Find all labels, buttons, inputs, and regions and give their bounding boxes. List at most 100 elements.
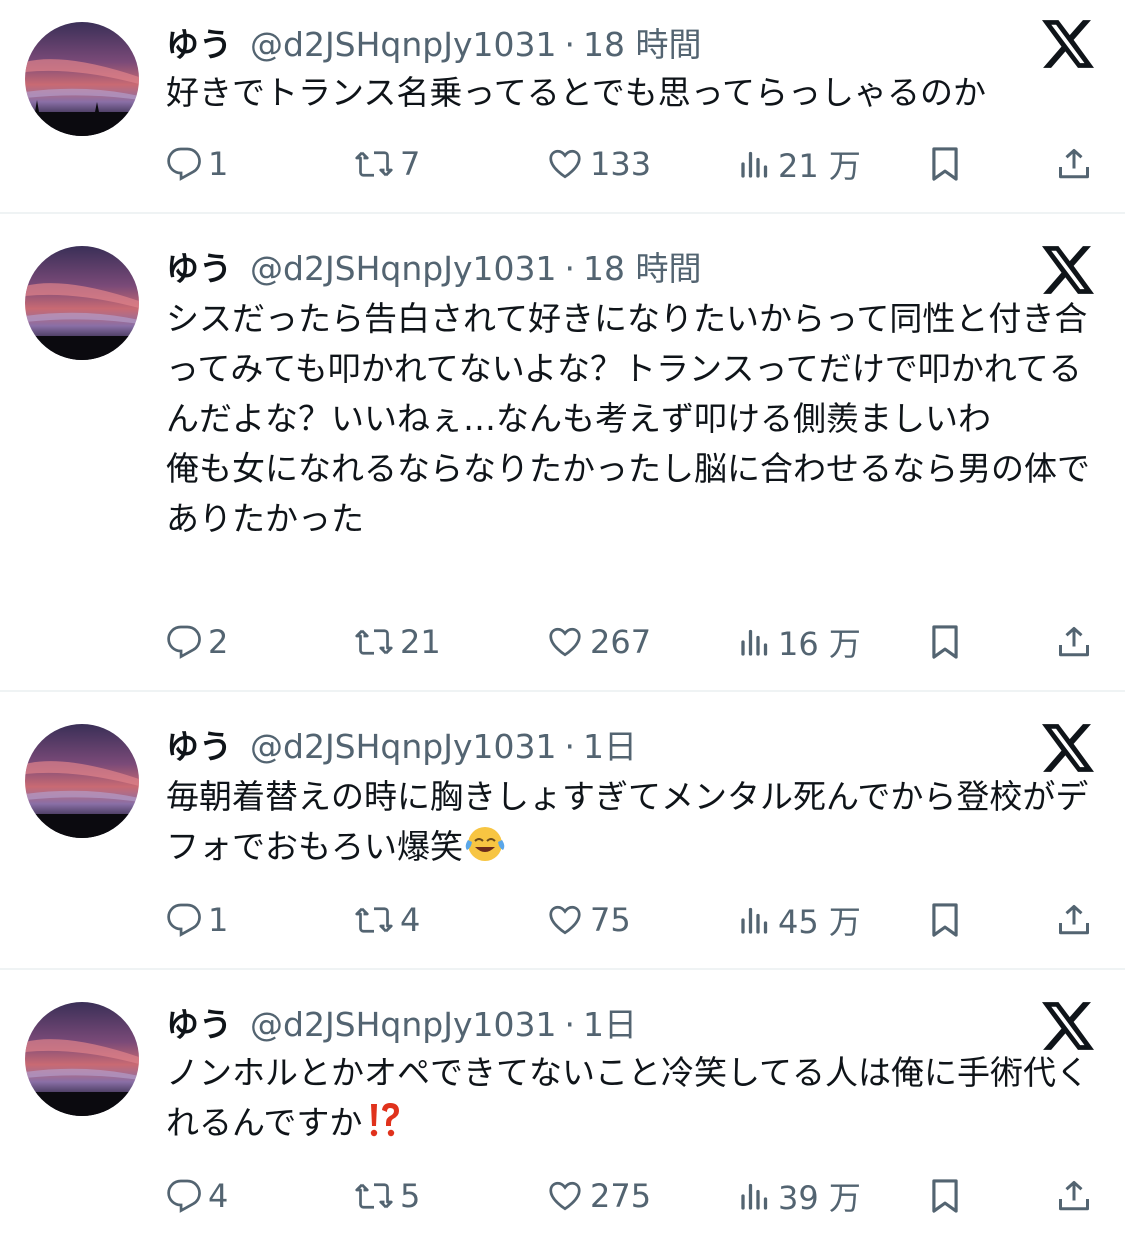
separator-dot: · — [564, 727, 576, 766]
avatar-sunset-image — [25, 724, 139, 838]
reply-icon — [167, 625, 201, 659]
views-button[interactable]: 45 万 — [738, 898, 861, 942]
exclamation-question-mark-icon — [362, 1100, 402, 1154]
analytics-icon — [741, 907, 768, 934]
tweet-actions: 2 21 267 16 万 — [0, 620, 1125, 664]
reply-count: 4 — [208, 1177, 229, 1215]
timestamp[interactable]: 1日 — [583, 998, 637, 1046]
bookmark-button[interactable] — [928, 142, 962, 186]
timestamp[interactable]: 1日 — [583, 720, 637, 768]
retweet-button[interactable]: 21 — [354, 620, 441, 664]
avatar-sunset-image — [25, 22, 139, 136]
retweet-icon — [355, 629, 393, 655]
heart-icon — [549, 1181, 581, 1211]
view-count: 16 万 — [778, 625, 861, 663]
like-count: 275 — [590, 1177, 652, 1215]
x-logo-icon — [1042, 724, 1094, 772]
share-icon — [1059, 149, 1089, 179]
retweet-icon — [355, 151, 393, 177]
share-icon — [1059, 627, 1089, 657]
share-button[interactable] — [1056, 142, 1092, 186]
reply-button[interactable]: 1 — [166, 898, 228, 942]
share-button[interactable] — [1056, 1174, 1092, 1218]
separator-dot: · — [564, 1005, 576, 1044]
tweet-text-container: 毎朝着替えの時に胸きしょすぎてメンタル死んでから登校がデフォでおもろい爆笑 — [166, 772, 1096, 878]
display-name[interactable]: ゆう — [166, 720, 232, 768]
retweet-count: 21 — [400, 623, 441, 661]
user-handle[interactable]: @d2JSHqnpJy1031 — [250, 25, 557, 64]
avatar-sunset-image — [25, 246, 139, 360]
user-handle[interactable]: @d2JSHqnpJy1031 — [250, 727, 557, 766]
like-button[interactable]: 275 — [546, 1174, 651, 1218]
views-button[interactable]: 16 万 — [738, 620, 861, 664]
tweet-text: 好きでトランス名乗ってるとでも思ってらっしゃるのか — [166, 73, 987, 112]
timestamp[interactable]: 18 時間 — [583, 242, 701, 290]
face-with-tears-of-joy-icon — [463, 824, 507, 878]
retweet-button[interactable]: 4 — [354, 898, 420, 942]
separator-dot: · — [564, 249, 576, 288]
like-button[interactable]: 75 — [546, 898, 631, 942]
heart-icon — [549, 905, 581, 935]
display-name[interactable]: ゆう — [166, 998, 232, 1046]
share-button[interactable] — [1056, 898, 1092, 942]
tweet-text: ノンホルとかオペできてないこと冷笑してる人は俺に手術代くれるんですか — [166, 1053, 1090, 1142]
views-button[interactable]: 39 万 — [738, 1174, 861, 1218]
x-logo-icon — [1042, 20, 1094, 68]
avatar[interactable] — [25, 1002, 139, 1116]
bookmark-button[interactable] — [928, 1174, 962, 1218]
bookmark-button[interactable] — [928, 898, 962, 942]
retweet-count: 4 — [400, 901, 421, 939]
tweet[interactable]: ゆう @d2JSHqnpJy1031 · 1日 ノンホルとかオペできてないこと冷… — [0, 970, 1125, 1238]
like-count: 75 — [590, 901, 631, 939]
display-name[interactable]: ゆう — [166, 242, 232, 290]
bookmark-icon — [932, 1179, 958, 1213]
retweet-count: 7 — [400, 145, 421, 183]
tweet-actions: 1 4 75 45 万 — [0, 898, 1125, 942]
display-name[interactable]: ゆう — [166, 18, 232, 66]
retweet-count: 5 — [400, 1177, 421, 1215]
like-button[interactable]: 267 — [546, 620, 651, 664]
bookmark-icon — [932, 625, 958, 659]
views-button[interactable]: 21 万 — [738, 142, 861, 186]
retweet-button[interactable]: 5 — [354, 1174, 420, 1218]
tweet-text: 毎朝着替えの時に胸きしょすぎてメンタル死んでから登校がデフォでおもろい爆笑 — [166, 777, 1089, 866]
user-handle[interactable]: @d2JSHqnpJy1031 — [250, 1005, 557, 1044]
tweet-header: ゆう @d2JSHqnpJy1031 · 18 時間 — [166, 242, 701, 288]
reply-button[interactable]: 2 — [166, 620, 228, 664]
timestamp[interactable]: 18 時間 — [583, 18, 701, 66]
like-button[interactable]: 133 — [546, 142, 651, 186]
analytics-icon — [741, 629, 768, 656]
user-handle[interactable]: @d2JSHqnpJy1031 — [250, 249, 557, 288]
share-button[interactable] — [1056, 620, 1092, 664]
tweet-actions: 4 5 275 39 万 — [0, 1174, 1125, 1218]
reply-count: 2 — [208, 623, 229, 661]
reply-icon — [167, 147, 201, 181]
avatar[interactable] — [25, 22, 139, 136]
tweet-text: シスだったら告白されて好きになりたいからって同性と付き合ってみても叩かれてないよ… — [166, 299, 1090, 538]
avatar[interactable] — [25, 724, 139, 838]
separator-dot: · — [564, 25, 576, 64]
tweet[interactable]: ゆう @d2JSHqnpJy1031 · 18 時間 シスだったら告白されて好き… — [0, 214, 1125, 690]
retweet-icon — [355, 1183, 393, 1209]
reply-icon — [167, 903, 201, 937]
reply-icon — [167, 1179, 201, 1213]
bookmark-icon — [932, 903, 958, 937]
view-count: 45 万 — [778, 903, 861, 941]
x-logo-icon — [1042, 246, 1094, 294]
heart-icon — [549, 627, 581, 657]
share-icon — [1059, 1181, 1089, 1211]
tweet[interactable]: ゆう @d2JSHqnpJy1031 · 1日 毎朝着替えの時に胸きしょすぎてメ… — [0, 692, 1125, 968]
reply-count: 1 — [208, 145, 229, 183]
like-count: 133 — [590, 145, 652, 183]
x-logo-icon — [1042, 1002, 1094, 1050]
analytics-icon — [741, 151, 768, 178]
retweet-icon — [355, 907, 393, 933]
reply-button[interactable]: 4 — [166, 1174, 228, 1218]
reply-button[interactable]: 1 — [166, 142, 228, 186]
tweet[interactable]: ゆう @d2JSHqnpJy1031 · 18 時間 好きでトランス名乗ってると… — [0, 0, 1125, 212]
avatar-sunset-image — [25, 1002, 139, 1116]
timeline-feed: ゆう @d2JSHqnpJy1031 · 18 時間 好きでトランス名乗ってると… — [0, 0, 1125, 1238]
avatar[interactable] — [25, 246, 139, 360]
bookmark-button[interactable] — [928, 620, 962, 664]
retweet-button[interactable]: 7 — [354, 142, 420, 186]
